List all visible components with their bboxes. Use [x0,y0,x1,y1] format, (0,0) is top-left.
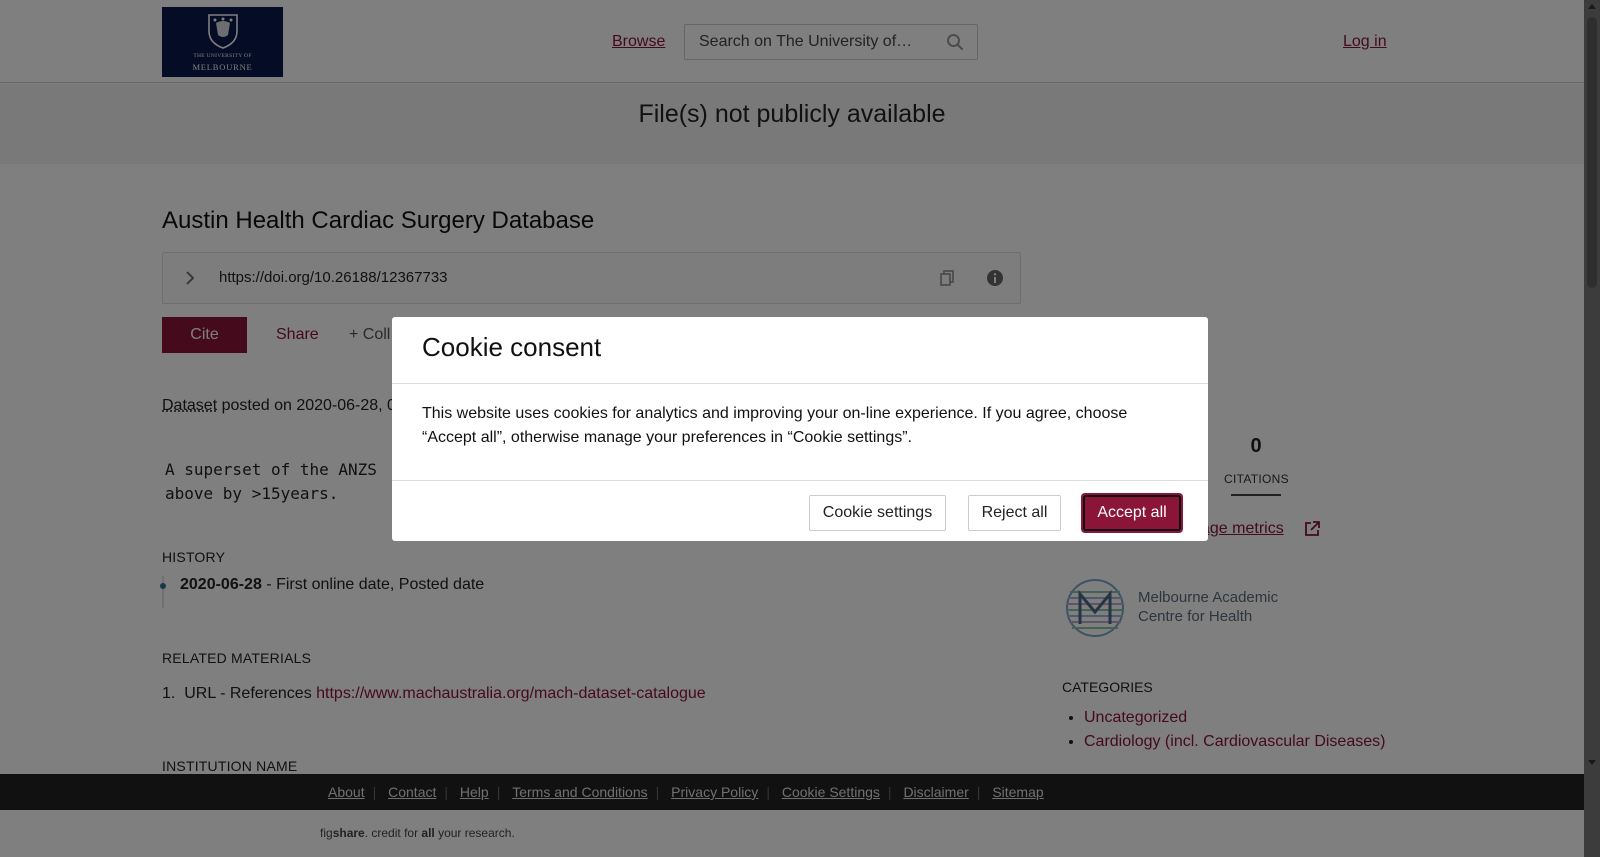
dialog-footer: Cookie settings Reject all Accept all [392,480,1208,541]
cookie-settings-button[interactable]: Cookie settings [809,495,946,531]
dialog-title: Cookie consent [422,332,602,362]
cookie-consent-dialog: Cookie consent This website uses cookies… [392,317,1208,541]
dialog-header: Cookie consent [392,317,1208,384]
dialog-body: This website uses cookies for analytics … [422,405,1128,446]
accept-all-button[interactable]: Accept all [1081,493,1183,533]
reject-all-button[interactable]: Reject all [968,495,1061,531]
